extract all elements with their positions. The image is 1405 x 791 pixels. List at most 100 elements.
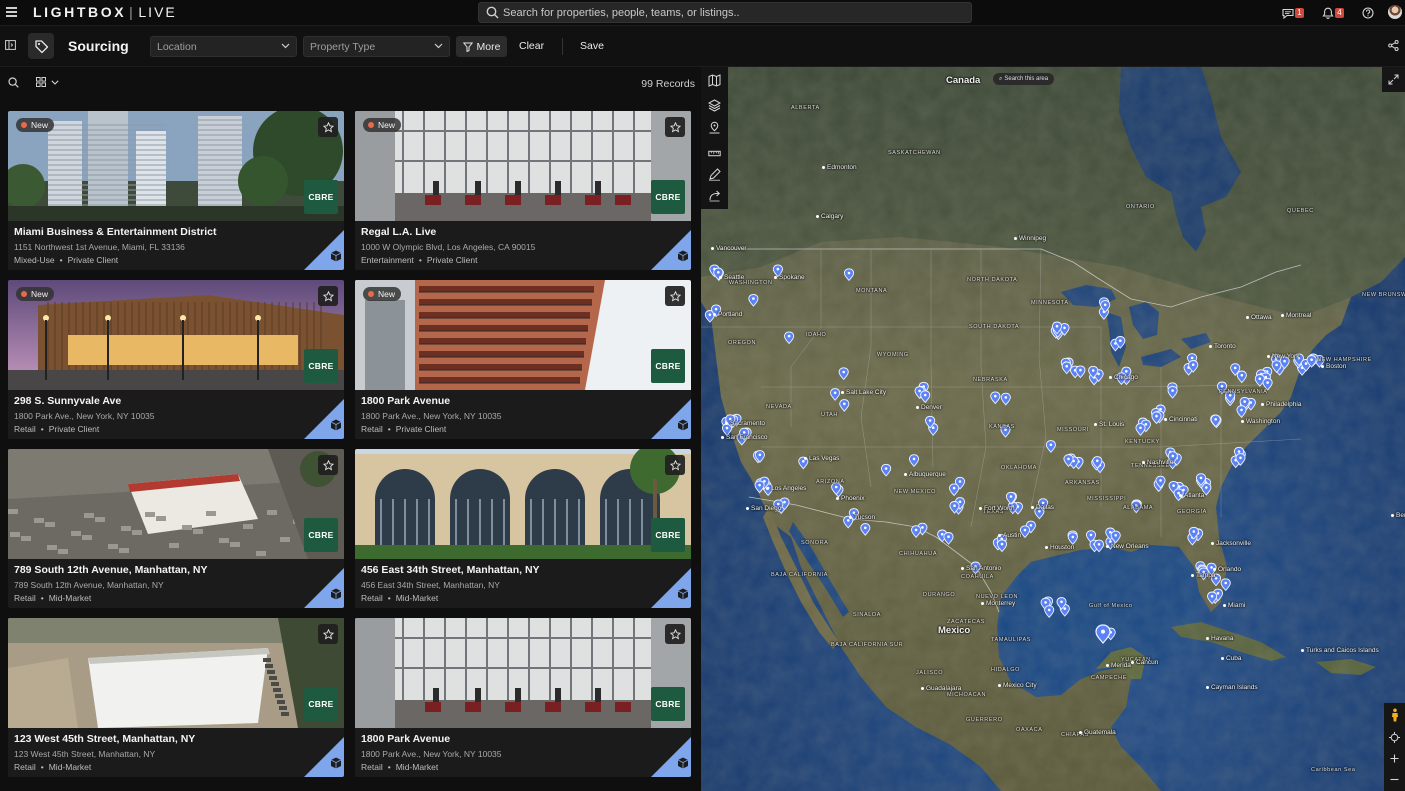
view-mode-toggle[interactable] [36, 77, 59, 87]
global-search-input[interactable] [503, 3, 963, 22]
map-view-icon[interactable] [708, 74, 721, 87]
notifications-button[interactable]: 4 [1322, 5, 1344, 21]
zoom-in-button[interactable] [1384, 748, 1405, 768]
star-icon [322, 290, 334, 302]
property-type-icon [651, 568, 691, 608]
property-type: Retail [361, 424, 383, 434]
property-photo [355, 111, 691, 221]
street-view-button[interactable] [1384, 705, 1405, 725]
search-this-area-label: Search this area [1004, 76, 1049, 82]
expand-map-button[interactable] [1382, 67, 1405, 92]
broker-logo: CBRE [304, 687, 338, 721]
pegman-icon [1391, 708, 1398, 722]
property-meta: Retail • Mid-Market [14, 593, 91, 603]
property-photo [8, 449, 344, 559]
property-photo [355, 449, 691, 559]
map-view[interactable]: ⌕ Search this area Canada Mexico ALBERTA SAS… [701, 67, 1405, 791]
favorite-button[interactable] [318, 286, 338, 306]
new-badge: New [363, 118, 402, 132]
star-icon [322, 459, 334, 471]
user-avatar[interactable] [1388, 5, 1402, 19]
property-type-dropdown[interactable]: Property Type [303, 36, 450, 57]
clear-button[interactable]: Clear [519, 40, 544, 52]
client-type: Mid-Market [395, 593, 439, 603]
messages-badge: 1 [1295, 8, 1304, 18]
meta-separator: • [40, 593, 44, 603]
satellite-map[interactable] [701, 67, 1405, 791]
favorite-button[interactable] [665, 455, 685, 475]
property-photo [8, 618, 344, 728]
layers-icon[interactable] [708, 99, 721, 112]
search-icon: ⌕ [999, 76, 1003, 82]
favorite-button[interactable] [665, 624, 685, 644]
messages-button[interactable]: 1 [1282, 5, 1304, 21]
new-badge: New [16, 287, 55, 301]
share-icon[interactable] [1388, 40, 1399, 51]
crosshair-icon [1389, 731, 1400, 743]
star-icon [669, 121, 681, 133]
property-address: 789 South 12th Avenue, Manhattan, NY [14, 580, 164, 590]
new-indicator-dot [21, 122, 27, 128]
favorite-button[interactable] [665, 117, 685, 137]
star-icon [669, 459, 681, 471]
tag-icon [34, 39, 48, 53]
favorite-button[interactable] [318, 117, 338, 137]
zoom-out-button[interactable] [1384, 769, 1405, 789]
location-pin-icon[interactable] [708, 121, 721, 134]
property-address: 1151 Northwest 1st Avenue, Miami, FL 331… [14, 242, 185, 252]
card-info: 123 West 45th Street, Manhattan, NY 123 … [8, 728, 344, 777]
sidebar-toggle-icon[interactable] [5, 40, 16, 50]
property-card[interactable]: CBRE 1800 Park Avenue 1800 Park Ave., Ne… [355, 618, 691, 777]
property-type: Retail [14, 424, 36, 434]
favorite-button[interactable] [665, 286, 685, 306]
location-dropdown[interactable]: Location [150, 36, 297, 57]
property-card[interactable]: New CBRE 298 S. Sunnyvale Ave 1800 Park … [8, 280, 344, 439]
property-meta: Retail • Mid-Market [361, 762, 438, 772]
save-button[interactable]: Save [580, 40, 604, 52]
logo-live: LIVE [138, 4, 177, 20]
app-logo[interactable]: LIGHTBOX | LIVE [33, 4, 177, 20]
my-location-button[interactable] [1384, 727, 1405, 747]
property-title: 1800 Park Avenue [361, 395, 451, 407]
chevron-down-icon [434, 43, 443, 49]
new-badge-label: New [31, 120, 49, 130]
property-type-icon [651, 737, 691, 777]
record-count: 99 Records [641, 78, 695, 90]
more-filters-button[interactable]: More [456, 36, 507, 57]
property-card[interactable]: New CBRE Regal L.A. Live 1000 W Olympic … [355, 111, 691, 270]
property-title: Miami Business & Entertainment District [14, 226, 217, 238]
draw-icon[interactable] [708, 168, 721, 181]
favorite-button[interactable] [318, 455, 338, 475]
property-type-icon [651, 399, 691, 439]
property-card[interactable]: CBRE 789 South 12th Avenue, Manhattan, N… [8, 449, 344, 608]
property-card[interactable]: New CBRE Miami Business & Entertainment … [8, 111, 344, 270]
property-type-icon [304, 230, 344, 270]
search-icon[interactable] [8, 77, 19, 88]
help-button[interactable] [1362, 5, 1374, 21]
property-card[interactable]: CBRE 456 East 34th Street, Manhattan, NY… [355, 449, 691, 608]
property-address: 123 West 45th Street, Manhattan, NY [14, 749, 156, 759]
search-this-area-button[interactable]: ⌕ Search this area [993, 73, 1055, 85]
broker-logo: CBRE [304, 349, 338, 383]
global-search-bar[interactable] [478, 2, 972, 23]
client-type: Private Client [395, 424, 447, 434]
meta-separator: • [59, 255, 63, 265]
hamburger-menu-icon[interactable] [6, 7, 17, 17]
client-type: Mid-Market [48, 762, 92, 772]
notifications-badge: 4 [1335, 8, 1344, 18]
property-type: Entertainment [361, 255, 414, 265]
new-indicator-dot [21, 291, 27, 297]
favorite-button[interactable] [318, 624, 338, 644]
property-address: 1800 Park Ave., New York, NY 10035 [14, 411, 155, 421]
redo-icon[interactable] [708, 189, 721, 202]
property-title: 789 South 12th Avenue, Manhattan, NY [14, 564, 208, 576]
property-card[interactable]: CBRE 123 West 45th Street, Manhattan, NY… [8, 618, 344, 777]
property-type-icon [304, 737, 344, 777]
meta-separator: • [40, 762, 44, 772]
property-card[interactable]: New CBRE 1800 Park Avenue 1800 Park Ave.… [355, 280, 691, 439]
card-info: 789 South 12th Avenue, Manhattan, NY 789… [8, 559, 344, 608]
sourcing-module-button[interactable] [28, 33, 54, 59]
star-icon [322, 628, 334, 640]
ruler-icon[interactable] [708, 147, 721, 160]
toolbar-divider [562, 38, 563, 55]
